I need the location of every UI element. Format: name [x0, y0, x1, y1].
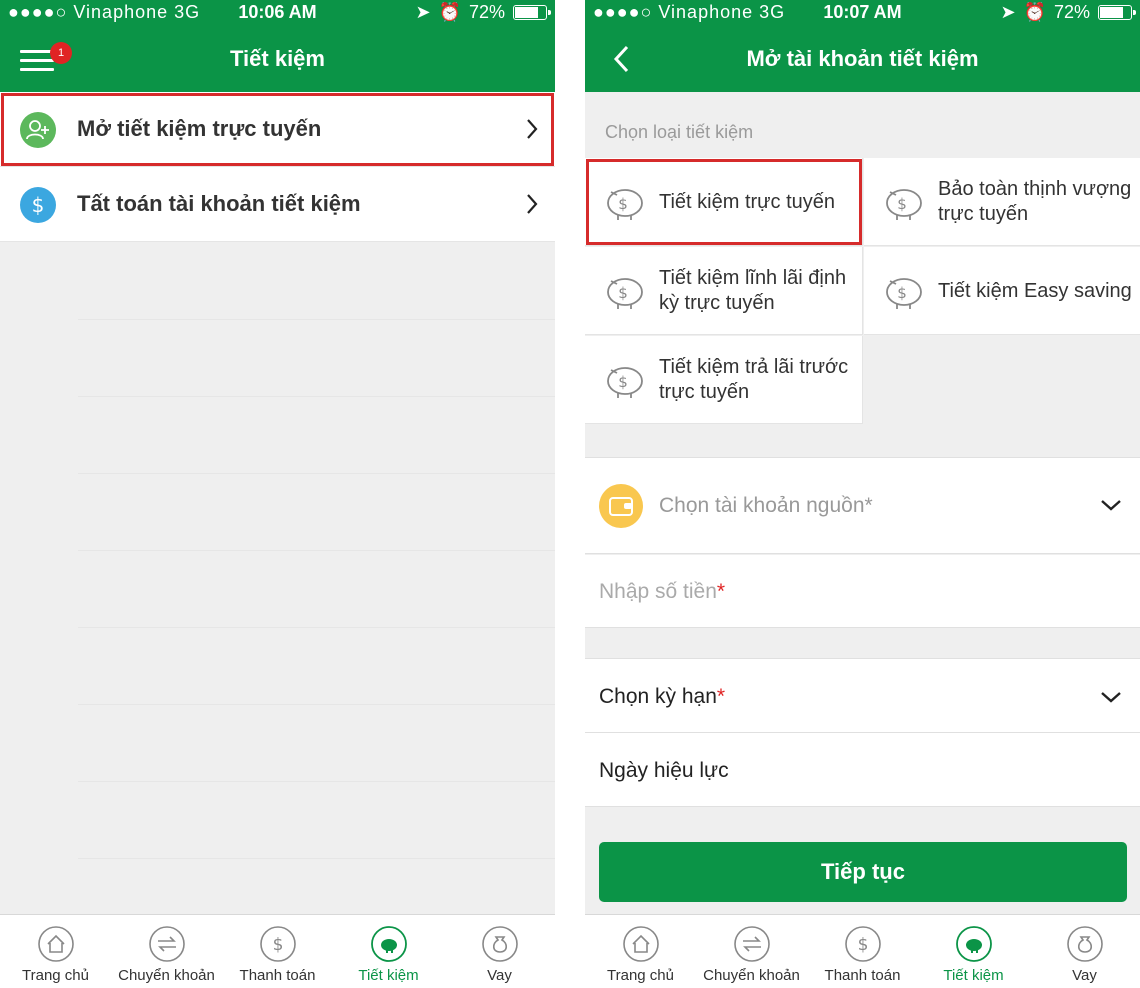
- chevron-down-icon: [1101, 692, 1121, 703]
- alarm-icon: ⏰: [438, 2, 461, 22]
- tab-transfer[interactable]: Chuyển khoản: [696, 915, 807, 988]
- add-user-icon: [20, 112, 56, 148]
- continue-button[interactable]: Tiếp tục: [599, 842, 1127, 902]
- piggy-bank-icon: [955, 926, 992, 962]
- tab-payment[interactable]: $ Thanh toán: [807, 915, 918, 988]
- savings-type-option[interactable]: $ Tiết kiệm trực tuyến: [585, 158, 863, 246]
- app-header: ●●●●○ Vinaphone 3G 10:06 AM ➤ ⏰ 72% 1 Ti…: [0, 0, 555, 92]
- money-bag-icon: [1066, 926, 1103, 962]
- bottom-tab-bar: Trang chủ Chuyển khoản $ Thanh toán Tiết…: [0, 914, 555, 988]
- piggy-bank-icon: $: [607, 189, 643, 220]
- location-icon: ➤: [415, 2, 431, 22]
- home-icon: [37, 926, 74, 962]
- dollar-icon: $: [20, 187, 56, 223]
- svg-text:$: $: [857, 935, 868, 955]
- tab-home[interactable]: Trang chủ: [585, 915, 696, 988]
- savings-menu-screen: ●●●●○ Vinaphone 3G 10:06 AM ➤ ⏰ 72% 1 Ti…: [0, 0, 555, 988]
- dollar-icon: $: [259, 926, 296, 962]
- alarm-icon: ⏰: [1023, 2, 1046, 22]
- wallet-icon: [599, 484, 643, 528]
- battery-percent: 72%: [1053, 2, 1090, 22]
- piggy-bank-icon: $: [886, 189, 922, 220]
- savings-type-option[interactable]: $ Tiết kiệm Easy saving: [864, 247, 1140, 335]
- tab-transfer[interactable]: Chuyển khoản: [111, 915, 222, 988]
- app-header: ●●●●○ Vinaphone 3G 10:07 AM ➤ ⏰ 72% Mở t…: [585, 0, 1140, 92]
- savings-type-option[interactable]: $ Tiết kiệm lĩnh lãi định kỳ trực tuyến: [585, 247, 863, 335]
- chevron-right-icon: [527, 194, 538, 214]
- savings-type-option[interactable]: $ Tiết kiệm trả lãi trước trực tuyến: [585, 336, 863, 424]
- battery-icon: [1098, 5, 1136, 20]
- tab-loan[interactable]: Vay: [1029, 915, 1140, 988]
- close-savings-account-item[interactable]: $ Tất toán tài khoản tiết kiệm: [0, 167, 555, 242]
- status-bar: ●●●●○ Vinaphone 3G 10:06 AM ➤ ⏰ 72%: [0, 0, 555, 26]
- effective-date-field[interactable]: Ngày hiệu lực: [585, 733, 1140, 807]
- transfer-icon: [733, 926, 770, 962]
- dollar-icon: $: [844, 926, 881, 962]
- amount-input[interactable]: Nhập số tiền*: [585, 555, 1140, 628]
- required-mark: *: [716, 685, 726, 708]
- source-account-placeholder: Chọn tài khoản nguồn*: [659, 494, 873, 517]
- money-bag-icon: [481, 926, 518, 962]
- source-account-select[interactable]: Chọn tài khoản nguồn*: [585, 457, 1140, 554]
- battery-percent: 72%: [468, 2, 505, 22]
- menu-item-label: Mở tiết kiệm trực tuyến: [77, 116, 322, 141]
- open-savings-screen: ●●●●○ Vinaphone 3G 10:07 AM ➤ ⏰ 72% Mở t…: [585, 0, 1140, 988]
- bottom-tab-bar: Trang chủ Chuyển khoản $ Thanh toán Tiết…: [585, 914, 1140, 988]
- piggy-bank-icon: [370, 926, 407, 962]
- menu-item-label: Tất toán tài khoản tiết kiệm: [77, 191, 361, 216]
- home-icon: [622, 926, 659, 962]
- empty-list-area: [78, 243, 555, 859]
- tab-savings[interactable]: Tiết kiệm: [333, 915, 444, 988]
- term-label: Chọn kỳ hạn: [599, 685, 717, 708]
- open-online-savings-item[interactable]: Mở tiết kiệm trực tuyến: [0, 92, 555, 167]
- transfer-icon: [148, 926, 185, 962]
- tab-home[interactable]: Trang chủ: [0, 915, 111, 988]
- status-bar: ●●●●○ Vinaphone 3G 10:07 AM ➤ ⏰ 72%: [585, 0, 1140, 26]
- tab-payment[interactable]: $ Thanh toán: [222, 915, 333, 988]
- svg-text:$: $: [32, 193, 45, 217]
- svg-text:$: $: [272, 935, 283, 955]
- page-title: Tiết kiệm: [230, 46, 325, 71]
- amount-placeholder: Nhập số tiền: [599, 580, 717, 603]
- svg-text:$: $: [618, 195, 628, 213]
- section-label: Chọn loại tiết kiệm: [605, 122, 754, 142]
- effective-date-label: Ngày hiệu lực: [599, 759, 729, 782]
- chevron-right-icon: [527, 119, 538, 139]
- svg-text:$: $: [618, 284, 628, 302]
- piggy-bank-icon: $: [607, 367, 643, 398]
- tab-savings[interactable]: Tiết kiệm: [918, 915, 1029, 988]
- tab-loan[interactable]: Vay: [444, 915, 555, 988]
- svg-text:$: $: [897, 195, 907, 213]
- page-title: Mở tài khoản tiết kiệm: [746, 46, 979, 71]
- piggy-bank-icon: $: [607, 278, 643, 309]
- savings-menu-list: Mở tiết kiệm trực tuyến $ Tất toán tài k…: [0, 92, 555, 242]
- svg-text:$: $: [618, 373, 628, 391]
- term-select[interactable]: Chọn kỳ hạn*: [585, 658, 1140, 733]
- piggy-bank-icon: $: [886, 278, 922, 309]
- required-mark: *: [716, 580, 726, 603]
- location-icon: ➤: [1000, 2, 1016, 22]
- battery-icon: [513, 5, 551, 20]
- savings-type-option[interactable]: $ Bảo toàn thịnh vượng trực tuyến: [864, 158, 1140, 246]
- svg-text:$: $: [897, 284, 907, 302]
- chevron-down-icon: [1101, 500, 1121, 511]
